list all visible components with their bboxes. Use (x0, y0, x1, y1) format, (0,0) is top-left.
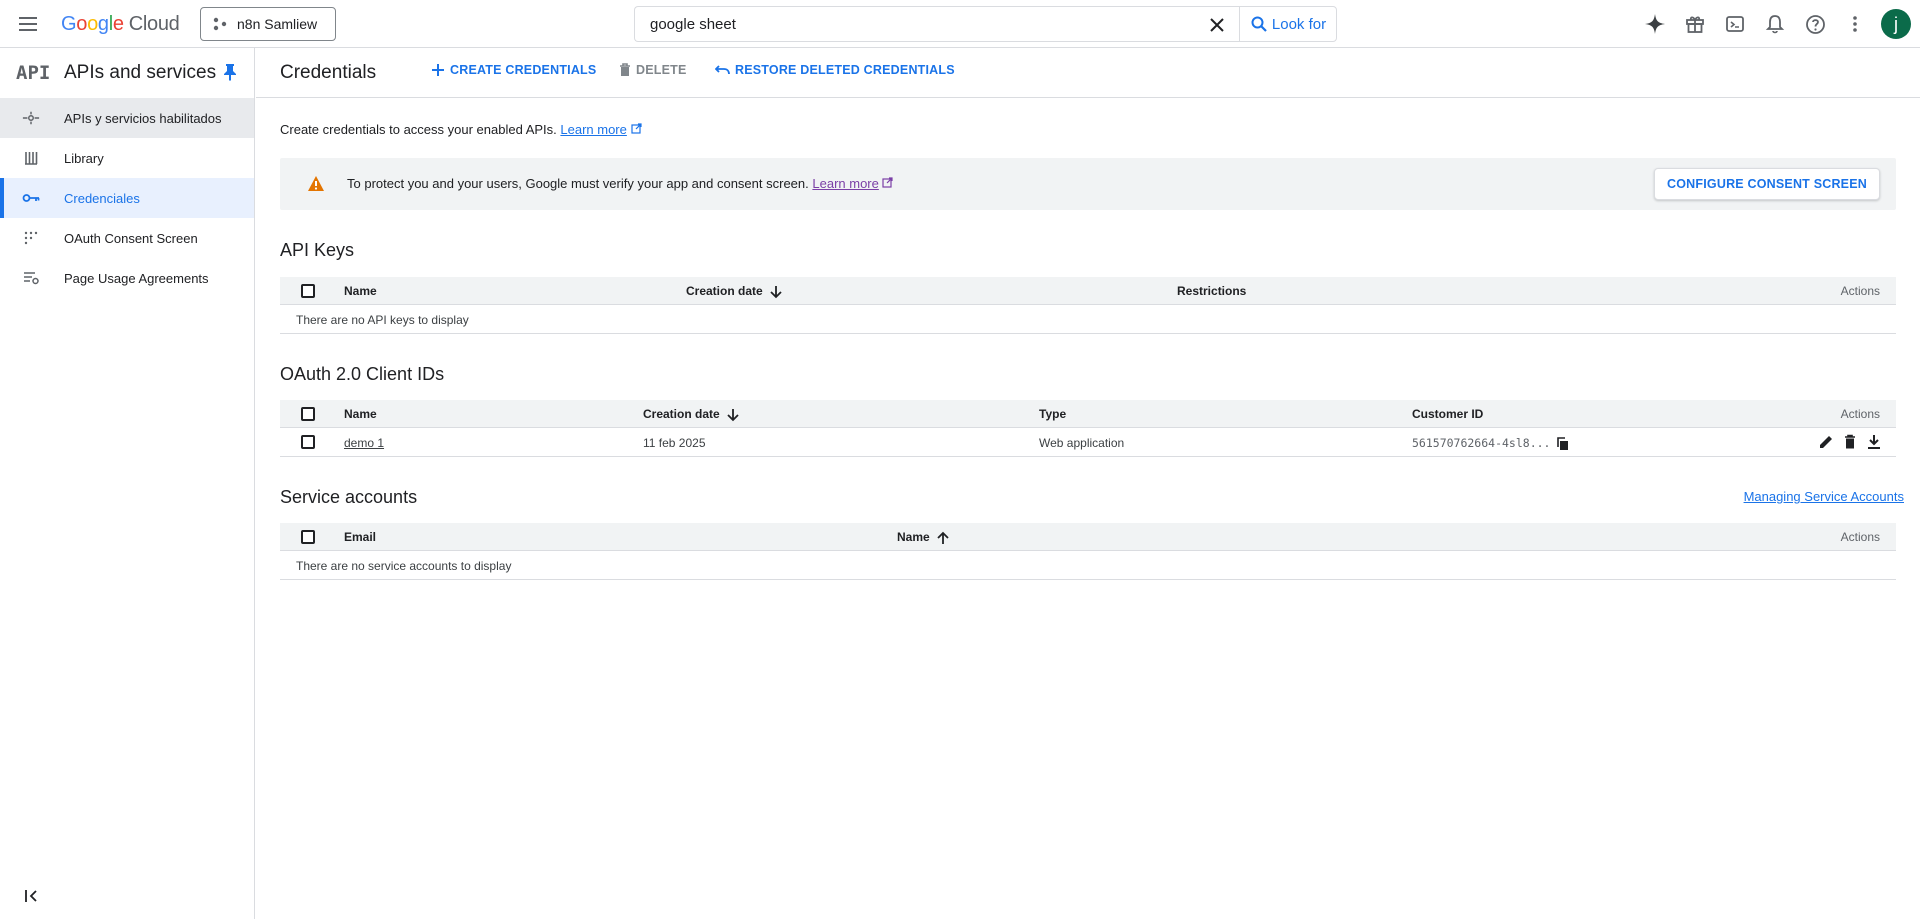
edit-icon[interactable] (1818, 434, 1834, 450)
external-link-icon (882, 177, 894, 188)
add-icon (432, 64, 444, 76)
arrow-down-icon (727, 408, 739, 422)
table-header: Name Creation date Type Customer ID Acti… (280, 400, 1896, 428)
warning-text: To protect you and your users, Google mu… (347, 176, 894, 191)
consent-icon (22, 230, 40, 246)
key-icon (22, 190, 40, 206)
api-logo: API (16, 62, 51, 84)
delete-icon[interactable] (1842, 434, 1858, 450)
project-name: n8n Samliew (237, 16, 318, 32)
sidebar-title: APIs and services (64, 62, 217, 83)
table-row: demo 1 11 feb 2025 Web application 56157… (280, 428, 1896, 457)
sidebar-item-credentials[interactable]: Credenciales (0, 178, 254, 218)
arrow-up-icon (937, 531, 949, 544)
intro-text: Create credentials to access your enable… (280, 122, 642, 137)
search-input[interactable] (650, 15, 1190, 33)
table-header: Email Name Actions (280, 523, 1896, 551)
notifications-icon[interactable] (1763, 12, 1787, 36)
oauth-table: Name Creation date Type Customer ID Acti… (280, 400, 1896, 457)
restore-deleted-credentials-button[interactable]: RESTORE DELETED CREDENTIALS (715, 63, 955, 77)
api-keys-title: API Keys (280, 240, 355, 260)
pin-icon[interactable] (222, 63, 238, 81)
gemini-icon[interactable] (1643, 12, 1667, 36)
service-accounts-table: Email Name Actions There are no service … (280, 523, 1896, 580)
select-all-checkbox[interactable] (301, 407, 315, 421)
clear-search-icon[interactable] (1207, 15, 1227, 35)
managing-service-accounts-link[interactable]: Managing Service Accounts (1744, 489, 1904, 504)
page-title: Credentials (280, 61, 377, 83)
select-all-checkbox[interactable] (301, 284, 315, 298)
page-header: Credentials CREATE CREDENTIALS DELETE RE… (256, 48, 1920, 98)
oauth-title: OAuth 2.0 Client IDs (280, 364, 445, 384)
main-content: Credentials CREATE CREDENTIALS DELETE RE… (256, 48, 1920, 919)
search-box (634, 6, 1239, 42)
gift-icon[interactable] (1683, 12, 1707, 36)
sidebar-item-library[interactable]: Library (0, 138, 254, 178)
client-id: 561570762664-4sl8... (1412, 436, 1551, 450)
arrow-down-icon (770, 285, 782, 299)
warning-icon (308, 176, 324, 191)
sort-name[interactable]: Name (897, 530, 950, 545)
google-cloud-logo[interactable]: Google Cloud (61, 13, 180, 36)
learn-more-link[interactable]: Learn more (560, 122, 626, 137)
sidebar-item-oauth-consent[interactable]: OAuth Consent Screen (0, 218, 254, 258)
empty-row: There are no service accounts to display (280, 551, 1896, 580)
top-icons (1643, 12, 1867, 36)
project-picker-button[interactable]: n8n Samliew (200, 7, 336, 41)
download-icon[interactable] (1866, 434, 1882, 450)
top-bar: GoogleCloud n8n Samliew Look for j (0, 0, 1920, 48)
cloud-shell-icon[interactable] (1723, 12, 1747, 36)
undo-icon (715, 65, 730, 75)
banner-learn-more-link[interactable]: Learn more (812, 176, 878, 191)
main-menu-icon[interactable] (16, 12, 40, 36)
sort-creation-date[interactable]: Creation date (643, 407, 740, 422)
row-actions (1818, 434, 1882, 450)
external-link-icon (630, 123, 642, 134)
copy-icon[interactable] (1556, 437, 1570, 451)
table-header: Name Creation date Restrictions Actions (280, 277, 1896, 305)
collapse-sidebar-icon[interactable] (22, 886, 42, 906)
agreements-icon (22, 270, 40, 286)
api-keys-table: Name Creation date Restrictions Actions … (280, 277, 1896, 334)
row-checkbox[interactable] (301, 435, 315, 449)
search-button[interactable]: Look for (1239, 6, 1337, 42)
sort-creation-date[interactable]: Creation date (686, 284, 783, 299)
trash-icon (620, 63, 630, 76)
more-vert-icon[interactable] (1843, 12, 1867, 36)
search-icon (1251, 16, 1267, 32)
service-accounts-title: Service accounts (280, 487, 418, 507)
client-name-link[interactable]: demo 1 (344, 436, 384, 450)
configure-consent-screen-button[interactable]: CONFIGURE CONSENT SCREEN (1654, 168, 1880, 200)
avatar[interactable]: j (1881, 9, 1911, 39)
library-icon (22, 150, 40, 166)
sidebar-item-page-usage[interactable]: Page Usage Agreements (0, 258, 254, 298)
select-all-checkbox[interactable] (301, 530, 315, 544)
project-icon (213, 17, 227, 31)
delete-button[interactable]: DELETE (619, 63, 687, 77)
help-icon[interactable] (1803, 12, 1827, 36)
dashboard-icon (22, 110, 40, 126)
sidebar: API APIs and services APIs y servicios h… (0, 48, 255, 919)
create-credentials-button[interactable]: CREATE CREDENTIALS (431, 63, 596, 77)
sidebar-header: API APIs and services (0, 48, 254, 98)
sidebar-item-enabled-apis[interactable]: APIs y servicios habilitados (0, 98, 254, 138)
verification-warning-banner: To protect you and your users, Google mu… (280, 158, 1896, 210)
empty-row: There are no API keys to display (280, 305, 1896, 334)
